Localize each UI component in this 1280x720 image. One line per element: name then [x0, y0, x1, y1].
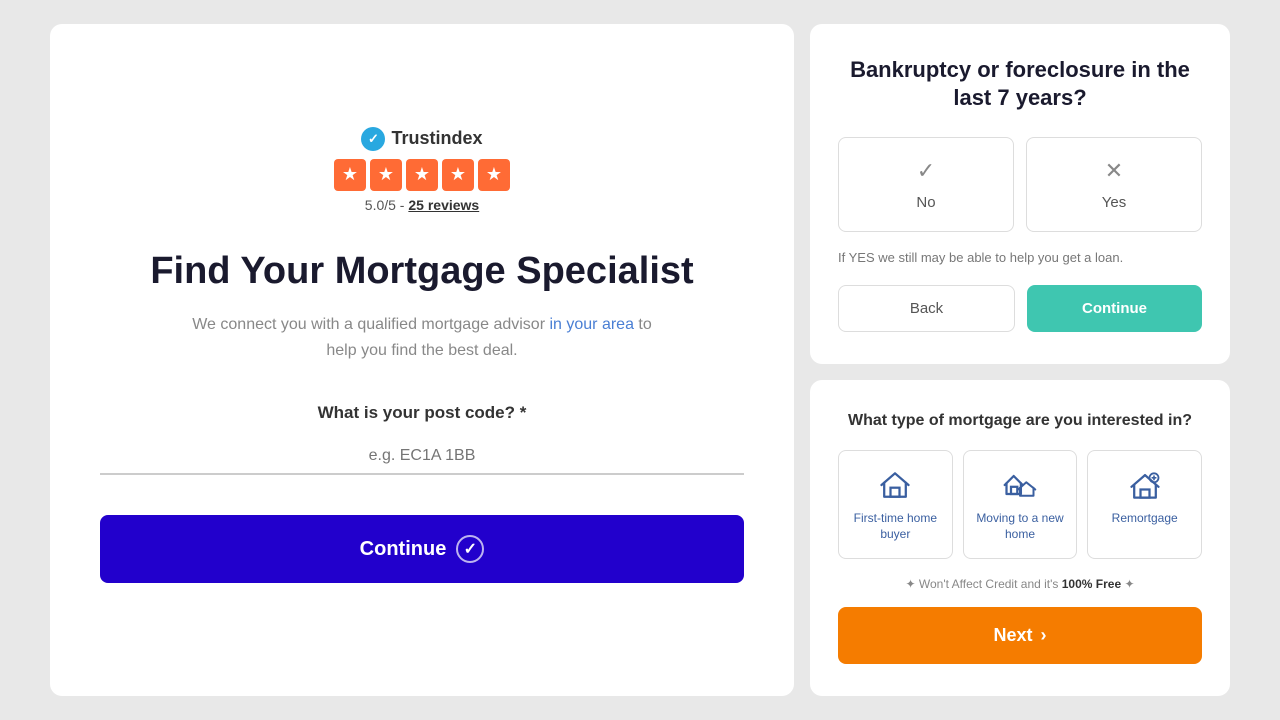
mortgage-options: First-time home buyer Moving to a new ho… — [838, 450, 1202, 559]
left-panel: ✓ Trustindex ★ ★ ★ ★ ★ 5.0/5 - 25 review… — [50, 24, 794, 696]
star-5: ★ — [478, 159, 510, 191]
postcode-label: What is your post code? * — [318, 403, 527, 423]
remortgage-label: Remortgage — [1112, 511, 1178, 527]
remortgage-icon — [1127, 467, 1163, 503]
rating-text: 5.0/5 - 25 reviews — [365, 197, 479, 213]
right-panel: Bankruptcy or foreclosure in the last 7 … — [810, 24, 1230, 696]
next-label: Next — [993, 625, 1032, 646]
next-button[interactable]: Next › — [838, 607, 1202, 664]
free-note: ✦ Won't Affect Credit and it's 100% Free… — [838, 577, 1202, 591]
star-2: ★ — [370, 159, 402, 191]
trustindex-check-icon: ✓ — [361, 127, 385, 151]
bankruptcy-options: ✓ No ✕ Yes — [838, 137, 1202, 232]
moving-home-icon — [1002, 467, 1038, 503]
yes-note: If YES we still may be able to help you … — [838, 250, 1202, 265]
subtitle: We connect you with a qualified mortgage… — [182, 312, 662, 363]
reviews-link[interactable]: 25 reviews — [408, 197, 479, 213]
star-4: ★ — [442, 159, 474, 191]
bankruptcy-card: Bankruptcy or foreclosure in the last 7 … — [810, 24, 1230, 364]
next-arrow-icon: › — [1041, 625, 1047, 646]
star-1: ★ — [334, 159, 366, 191]
mortgage-title: What type of mortgage are you interested… — [838, 412, 1202, 430]
postcode-input[interactable] — [100, 439, 744, 475]
action-buttons: Back Continue — [838, 285, 1202, 332]
back-button[interactable]: Back — [838, 285, 1015, 332]
bankruptcy-title: Bankruptcy or foreclosure in the last 7 … — [838, 56, 1202, 113]
remortgage-option[interactable]: Remortgage — [1087, 450, 1202, 559]
continue-label: Continue — [360, 538, 447, 561]
no-option-button[interactable]: ✓ No — [838, 137, 1014, 232]
trustindex-logo: ✓ Trustindex — [361, 127, 482, 151]
x-icon: ✕ — [1105, 158, 1123, 184]
mortgage-card: What type of mortgage are you interested… — [810, 380, 1230, 696]
moving-home-option[interactable]: Moving to a new home — [963, 450, 1078, 559]
yes-option-button[interactable]: ✕ Yes — [1026, 137, 1202, 232]
continue-button[interactable]: Continue ✓ — [100, 515, 744, 583]
main-container: ✓ Trustindex ★ ★ ★ ★ ★ 5.0/5 - 25 review… — [50, 24, 1230, 696]
continue-check-icon: ✓ — [456, 535, 484, 563]
star-3: ★ — [406, 159, 438, 191]
continue-right-button[interactable]: Continue — [1027, 285, 1202, 332]
trustindex-label: Trustindex — [391, 128, 482, 149]
moving-label: Moving to a new home — [972, 511, 1069, 542]
free-note-highlight: 100% Free — [1062, 577, 1121, 591]
first-time-buyer-option[interactable]: First-time home buyer — [838, 450, 953, 559]
checkmark-icon: ✓ — [917, 158, 935, 184]
main-title: Find Your Mortgage Specialist — [150, 249, 693, 295]
no-label: No — [916, 194, 935, 211]
yes-label: Yes — [1102, 194, 1126, 211]
star-rating: ★ ★ ★ ★ ★ — [334, 159, 510, 191]
first-time-home-icon — [877, 467, 913, 503]
first-time-label: First-time home buyer — [847, 511, 944, 542]
